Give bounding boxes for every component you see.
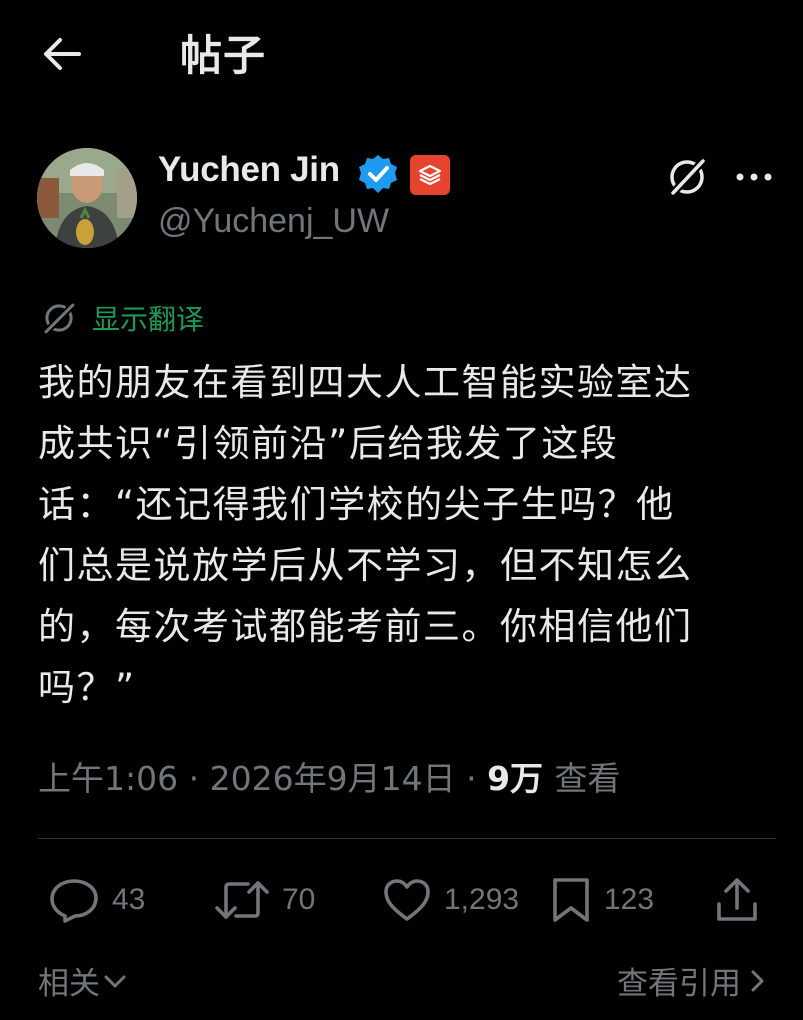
bookmark-count: 123	[604, 883, 655, 916]
grok-icon	[670, 158, 706, 196]
verified-badge-icon[interactable]	[357, 153, 399, 195]
related-dropdown[interactable]: 相关	[38, 958, 128, 1003]
views-label: 查看	[554, 759, 621, 798]
meta-separator: ·	[466, 759, 488, 798]
share-button[interactable]	[714, 872, 760, 928]
divider	[38, 838, 776, 839]
post-date[interactable]: 2026年9月14日	[210, 759, 456, 798]
bookmark-icon	[553, 878, 589, 922]
more-options-button[interactable]	[727, 150, 781, 204]
meta-separator: ·	[188, 759, 210, 798]
more-horizontal-icon	[736, 173, 772, 181]
related-label: 相关	[38, 966, 100, 1002]
reply-button[interactable]: 43	[48, 872, 145, 928]
view-quotes-label: 查看引用	[617, 966, 741, 1002]
avatar[interactable]	[37, 148, 137, 248]
arrow-left-icon	[44, 38, 81, 70]
show-translation-label: 显示翻译	[92, 303, 205, 336]
views-count[interactable]: 9万	[487, 759, 554, 798]
post-meta: 上午1:06 · 2026年9月14日 · 9万 查看	[38, 752, 621, 800]
post-line: 成共识“引领前沿”后给我发了这段	[38, 422, 619, 465]
post-time[interactable]: 上午1:06	[38, 759, 178, 798]
bookmark-button[interactable]: 123	[550, 872, 654, 928]
heart-icon	[384, 879, 430, 921]
post-line: 吗？”	[38, 666, 136, 709]
reply-count: 43	[112, 883, 146, 916]
post-line: 话：“还记得我们学校的尖子生吗？他	[38, 483, 675, 526]
show-translation-button[interactable]: 显示翻译	[40, 298, 204, 338]
share-icon	[717, 878, 757, 921]
grok-translate-icon	[43, 302, 76, 335]
grok-button[interactable]	[660, 150, 714, 204]
repost-count: 70	[282, 883, 316, 916]
back-button[interactable]	[36, 28, 88, 80]
post-line: 我的朋友在看到四大人工智能实验室达	[38, 361, 693, 404]
reply-icon	[50, 879, 98, 923]
post-line: 们总是说放学后从不学习，但不知怎么	[38, 544, 693, 587]
like-count: 1,293	[444, 883, 520, 916]
post-text: 我的朋友在看到四大人工智能实验室达 成共识“引领前沿”后给我发了这段 话：“还记…	[38, 352, 778, 718]
repost-button[interactable]: 70	[214, 872, 315, 928]
chevron-down-icon	[104, 975, 126, 987]
org-badge-icon[interactable]	[410, 155, 450, 195]
author-handle[interactable]: @Yuchenj_UW	[158, 202, 389, 241]
like-button[interactable]: 1,293	[382, 872, 519, 928]
repost-icon	[215, 881, 269, 919]
post-line: 的，每次考试都能考前三。你相信他们	[38, 605, 693, 648]
page-title: 帖子	[180, 31, 267, 80]
avatar-photo	[37, 148, 137, 248]
top-bar: 帖子	[0, 0, 803, 110]
chevron-right-icon	[751, 970, 764, 991]
view-quotes-link[interactable]: 查看引用	[617, 958, 767, 1003]
author-name[interactable]: Yuchen Jin	[158, 150, 340, 190]
